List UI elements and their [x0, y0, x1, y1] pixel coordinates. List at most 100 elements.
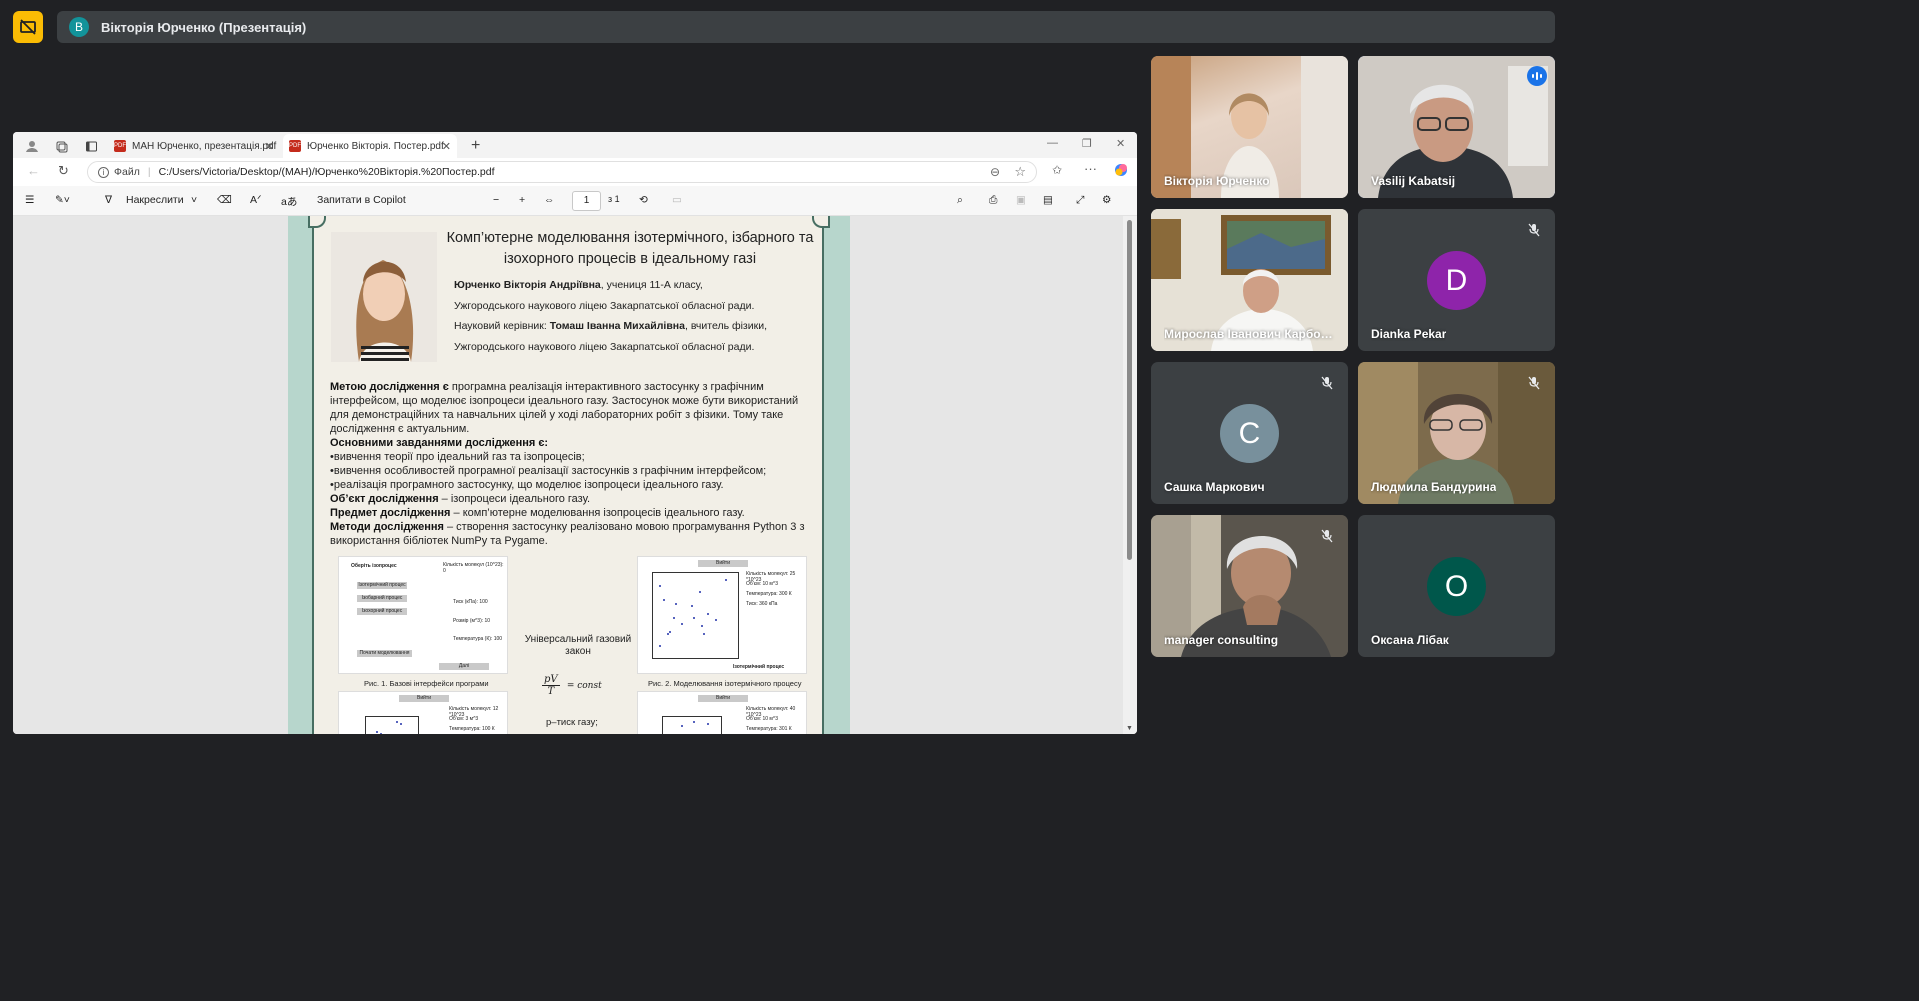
participant-tile[interactable]: manager consulting — [1151, 515, 1348, 657]
search-icon[interactable]: ⌕ — [957, 194, 963, 207]
restore-icon[interactable]: ❐ — [1082, 137, 1092, 150]
presentation-stop-icon[interactable] — [13, 11, 43, 43]
figure-button: Почати моделювання — [357, 650, 412, 657]
minimize-icon[interactable]: — — [1047, 137, 1058, 149]
participant-name: Dianka Pekar — [1371, 327, 1447, 341]
fullscreen-icon[interactable]: ⤢ — [1076, 194, 1084, 207]
poster-body: Метою дослідження є програмна реалізація… — [330, 380, 810, 548]
author-name: Юрченко Вікторія Андріївна — [454, 279, 601, 291]
settings-gear-icon[interactable]: ⚙ — [1102, 194, 1111, 206]
address-field[interactable]: i Файл | C:/Users/Victoria/Desktop/(МАН)… — [87, 161, 1037, 183]
workspaces-icon[interactable] — [49, 134, 68, 158]
figure-text: Тиск: 360 кПа — [746, 601, 778, 607]
file-scheme-label: Файл — [114, 166, 140, 178]
poster-title-line: Комп’ютерне моделювання ізотермічного, і… — [446, 230, 814, 246]
favorite-star-icon[interactable]: ☆ — [1014, 164, 1026, 180]
simulation-box — [652, 572, 739, 659]
fit-page-icon[interactable]: ⇔ — [544, 194, 555, 206]
copilot-icon[interactable] — [1113, 162, 1129, 181]
address-url: C:/Users/Victoria/Desktop/(МАН)/Юрченко%… — [158, 166, 495, 178]
highlight-icon[interactable]: ✎˅ — [55, 194, 70, 206]
figure-1-caption: Рис. 1. Базові інтерфейси програми — [364, 679, 489, 688]
close-tab-icon[interactable]: ✕ — [442, 140, 451, 153]
rotate-icon[interactable]: ⟲ — [639, 194, 648, 206]
participant-tile[interactable]: Мирослав Іванович Карбова... — [1151, 209, 1348, 351]
mic-off-icon — [1318, 374, 1336, 392]
figure-partial-right: Вийти Кількість молекул: 40 *10^23 Об'єм… — [637, 691, 807, 734]
draw-icon[interactable]: ∇ — [105, 194, 112, 206]
pdf-viewer[interactable]: Комп’ютерне моделювання ізотермічного, і… — [13, 216, 1137, 734]
zoom-icon[interactable]: ⊖ — [990, 165, 1000, 179]
page-view-icon[interactable]: ▭ — [672, 194, 682, 206]
tab-poster-pdf[interactable]: PDF Юрченко Вікторія. Постер.pdf ✕ — [283, 134, 457, 158]
participant-name: Оксана Лібак — [1371, 633, 1449, 647]
contents-icon[interactable]: ☰ — [25, 194, 34, 206]
zoom-in-icon[interactable]: + — [519, 194, 525, 206]
eraser-icon[interactable]: ⌫ — [217, 194, 232, 206]
subject-paragraph: Предмет дослідження – комп’ютерне моделю… — [330, 507, 745, 519]
tab-presentation-pdf[interactable]: PDF МАН Юрченко, презентація.pdf ✕ — [108, 134, 280, 158]
participant-tile[interactable]: О Оксана Лібак — [1358, 515, 1555, 657]
read-aloud-icon[interactable]: Aᐟ — [250, 194, 261, 206]
back-icon[interactable]: ← — [27, 163, 40, 178]
poster-page: Комп’ютерне моделювання ізотермічного, і… — [288, 216, 850, 734]
refresh-icon[interactable]: ↻ — [58, 163, 69, 179]
methods-paragraph: Методи дослідження – створення застосунк… — [330, 521, 805, 547]
participant-name: Людмила Бандурина — [1371, 480, 1497, 494]
tab-label: МАН Юрченко, презентація.pdf — [132, 140, 277, 152]
info-icon[interactable]: i — [98, 166, 109, 178]
scroll-thumb[interactable] — [1127, 220, 1132, 560]
tab-actions-icon[interactable] — [79, 134, 98, 158]
simulation-box — [662, 716, 722, 734]
figure-button: Далі — [439, 663, 489, 670]
print-icon[interactable]: ⎙ — [989, 194, 997, 207]
draw-button[interactable]: Накреслити — [126, 194, 184, 206]
figure-isothermal-simulation: Вийти Кількість молекул: 25 *10^23 Об'єм… — [637, 556, 807, 674]
pressure-label: p–тиск газу; — [546, 717, 598, 728]
save-icon[interactable]: ▣ — [1016, 194, 1026, 206]
more-menu-icon[interactable]: ··· — [1084, 161, 1097, 176]
profile-icon[interactable] — [19, 134, 39, 158]
participant-tile[interactable]: Людмила Бандурина — [1358, 362, 1555, 504]
close-tab-icon[interactable]: ✕ — [265, 140, 274, 153]
author-class: , учениця 11-А класу, — [600, 279, 703, 291]
participant-tile[interactable]: D Dianka Pekar — [1358, 209, 1555, 351]
vertical-scrollbar[interactable]: ▲ ▼ — [1123, 216, 1137, 734]
participant-tile[interactable]: Vasilij Kabatsij — [1358, 56, 1555, 198]
participant-tile[interactable]: Вікторія Юрченко — [1151, 56, 1348, 198]
poster-title: Комп’ютерне моделювання ізотермічного, і… — [444, 228, 816, 270]
figure-text: Кількість молекул (10^23): 0 — [443, 562, 504, 574]
figure-partial-left: Вийти Кількість молекул: 12 *10^23 Об'єм… — [338, 691, 508, 734]
chevron-down-icon[interactable]: ˅ — [191, 194, 197, 206]
avatar: О — [1427, 557, 1486, 616]
goal-label: Метою дослідження є — [330, 381, 449, 393]
address-bar-row: ← ↻ i Файл | C:/Users/Victoria/Desktop/(… — [13, 158, 1137, 186]
participant-name: Vasilij Kabatsij — [1371, 174, 1456, 188]
figure-text: Температура: 100 К — [449, 726, 495, 732]
advisor-line: Науковий керівник: Томаш Іванна Михайлів… — [454, 320, 767, 332]
advisor-name: Томаш Іванна Михайлівна — [549, 320, 685, 332]
presenter-banner[interactable]: В Вікторія Юрченко (Презентація) — [57, 11, 1555, 43]
scroll-down-icon[interactable]: ▼ — [1126, 725, 1133, 732]
figure-text: Розмір (м^3): 10 — [453, 618, 491, 624]
figure-button: Вийти — [698, 695, 748, 702]
ask-copilot-button[interactable]: Запитати в Copilot — [317, 194, 406, 206]
advisor-role: , вчитель фізики, — [684, 320, 767, 332]
zoom-out-icon[interactable]: − — [493, 194, 499, 206]
figure-text: Об'єм: 10 м^3 — [746, 716, 778, 722]
close-window-icon[interactable]: ✕ — [1116, 137, 1125, 150]
new-tab-button[interactable]: + — [465, 134, 480, 158]
page-number-input[interactable]: 1 — [572, 191, 601, 211]
tab-label: Юрченко Вікторія. Постер.pdf — [307, 140, 444, 152]
figure-text: Температура (К): 100 — [453, 636, 503, 642]
save-as-icon[interactable]: ▤ — [1043, 194, 1053, 206]
participant-tile[interactable]: С Сашка Маркович — [1151, 362, 1348, 504]
translate-icon[interactable]: aあ — [281, 194, 297, 209]
favorites-icon[interactable]: ✩ — [1052, 163, 1062, 177]
pdf-file-icon: PDF — [114, 140, 126, 152]
figure-button: Ізохорний процес — [357, 608, 407, 615]
presenter-label: Вікторія Юрченко (Презентація) — [101, 19, 307, 35]
figure-text: Ізотермічний процес — [733, 664, 785, 670]
tasks-heading: Основними завданнями дослідження є: — [330, 437, 549, 449]
formula-rhs: = const — [566, 680, 602, 691]
